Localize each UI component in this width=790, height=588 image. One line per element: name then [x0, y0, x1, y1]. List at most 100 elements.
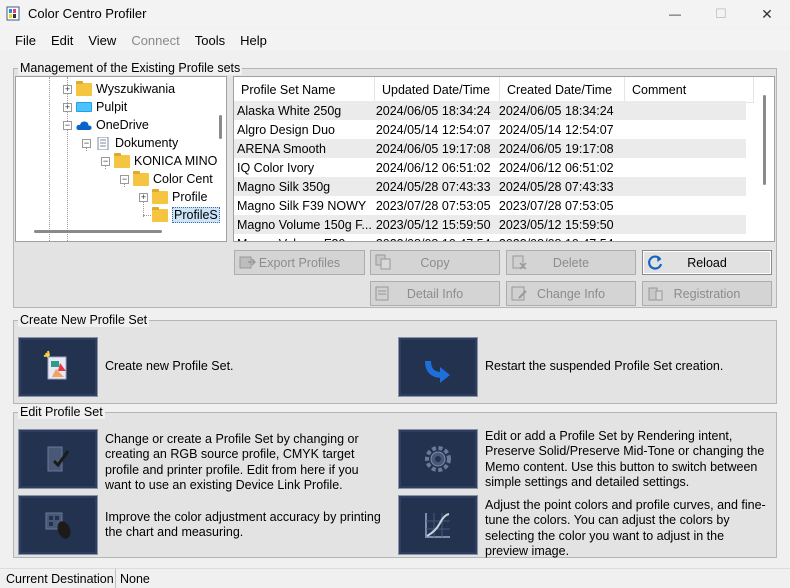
column-header-created[interactable]: Created Date/Time [500, 77, 625, 103]
tree-node-label: Wyszukiwania [96, 82, 176, 96]
status-bar: Current Destination None [0, 568, 790, 588]
registration-icon [648, 287, 663, 301]
reload-button[interactable]: Reload [642, 250, 772, 275]
cell-name: Magno Volume 150g F... [237, 217, 372, 232]
cell-comment [619, 120, 746, 139]
expand-icon[interactable]: + [63, 102, 72, 112]
tree-node-label: Dokumenty [115, 136, 179, 150]
tree-node-color-centro[interactable]: − Color Cent [120, 170, 213, 188]
desktop-icon [76, 101, 92, 112]
tree-node-wyszukiwania[interactable]: + Wyszukiwania [63, 80, 175, 98]
tree-node-onedrive[interactable]: − OneDrive [63, 116, 149, 134]
menu-view[interactable]: View [81, 33, 123, 48]
tree-node-profilesets[interactable]: ProfileS [152, 206, 220, 224]
cell-created: 2023/05/12 15:59:50 [498, 217, 614, 232]
table-row[interactable]: Magno Volume 150g F... 2023/05/12 15:59:5… [234, 215, 746, 234]
table-row[interactable]: Magno Volume F392023/08/08 10:47:542023/… [234, 234, 746, 242]
tree-node-konica[interactable]: − KONICA MINO [101, 152, 217, 170]
tree-node-dokumenty[interactable]: − Dokumenty [82, 134, 178, 152]
column-header-comment[interactable]: Comment [625, 77, 754, 103]
cell-name: Magno Volume F39 [234, 234, 373, 242]
menu-bar: File Edit View Connect Tools Help [0, 29, 790, 51]
change-profiles-button[interactable] [18, 429, 98, 489]
cell-created: 2023/07/28 07:53:05 [498, 198, 614, 213]
cell-updated: 2024/06/05 19:17:08 [375, 141, 491, 156]
profile-set-table[interactable]: Profile Set Name Updated Date/Time Creat… [233, 76, 775, 242]
restart-creation-button[interactable] [398, 337, 478, 397]
detail-info-label: Detail Info [406, 286, 464, 301]
column-header-name[interactable]: Profile Set Name [234, 77, 375, 103]
cloud-icon [76, 120, 92, 130]
table-row[interactable]: Algro Design Duo 2024/05/14 12:54:07 2024/… [234, 120, 746, 139]
tree-horizontal-scrollbar[interactable] [34, 230, 162, 233]
delete-button: Delete [506, 250, 636, 275]
table-row[interactable]: Magno Silk F39 NOWY 2023/07/28 07:53:05 20… [234, 196, 746, 215]
reload-label: Reload [687, 255, 727, 270]
curve-adjust-icon [425, 513, 450, 538]
registration-button: Registration [642, 281, 772, 306]
create-group-label: Create New Profile Set [18, 313, 150, 327]
folder-icon [152, 188, 168, 204]
status-destination-label: Current Destination [0, 569, 116, 588]
tree-node-label: OneDrive [96, 118, 149, 132]
improve-description: Improve the color adjustment accuracy by… [105, 510, 381, 540]
cell-name: Algro Design Duo [237, 122, 335, 137]
cell-created: 2024/05/28 07:43:33 [498, 179, 614, 194]
collapse-icon[interactable]: − [63, 120, 72, 130]
cell-created: 2024/05/14 12:54:07 [498, 122, 614, 137]
folder-tree[interactable]: + Wyszukiwania + Pulpit − OneDrive − Dok… [15, 76, 227, 242]
rendering-settings-button[interactable] [398, 429, 478, 489]
column-header-updated[interactable]: Updated Date/Time [375, 77, 500, 103]
cell-created: 2023/08/08 10:47:54 [496, 234, 619, 242]
menu-help[interactable]: Help [233, 33, 274, 48]
cell-name: Magno Silk 350g [237, 179, 331, 194]
status-destination-value: None [120, 572, 150, 586]
change-info-button: Change Info [506, 281, 636, 306]
folder-icon [133, 170, 149, 186]
menu-tools[interactable]: Tools [188, 33, 232, 48]
cell-name: IQ Color Ivory [237, 160, 315, 175]
menu-connect: Connect [131, 32, 180, 48]
edit-document-icon [47, 446, 70, 472]
menu-edit[interactable]: Edit [44, 33, 80, 48]
table-row[interactable]: Magno Silk 350g 2024/05/28 07:43:33 2024/0… [234, 177, 746, 196]
expand-icon[interactable]: + [63, 84, 72, 94]
cell-comment [619, 101, 746, 120]
cell-updated: 2023/07/28 07:53:05 [375, 198, 491, 213]
management-group-label: Management of the Existing Profile sets [18, 61, 243, 75]
change-description: Change or create a Profile Set by changi… [105, 432, 359, 492]
cell-name: Alaska White 250g [237, 103, 342, 118]
maximize-button[interactable]: ☐ [698, 0, 744, 28]
restart-arrow-icon [425, 360, 450, 383]
close-button[interactable]: ✕ [744, 0, 790, 28]
tree-node-label: Pulpit [96, 100, 128, 114]
tree-vertical-scrollbar[interactable] [219, 115, 222, 139]
cell-updated: 2023/08/08 10:47:54 [373, 234, 496, 242]
table-row[interactable]: Alaska White 250g 2024/06/05 18:34:24 2024… [234, 101, 746, 120]
collapse-icon[interactable]: − [101, 156, 110, 166]
tree-node-profile[interactable]: + Profile [139, 188, 207, 206]
collapse-icon[interactable]: − [82, 138, 91, 148]
gear-icon [425, 446, 451, 472]
expand-icon[interactable]: + [139, 192, 148, 202]
table-vertical-scrollbar[interactable] [763, 95, 766, 185]
fine-tune-colors-button[interactable] [398, 495, 478, 555]
export-profiles-button: Export Profiles [234, 250, 365, 275]
tree-node-pulpit[interactable]: + Pulpit [63, 98, 127, 116]
maximize-icon: ☐ [715, 6, 727, 21]
detail-info-icon [375, 286, 389, 301]
create-new-profile-set-button[interactable] [18, 337, 98, 397]
folder-icon [76, 80, 92, 96]
document-icon [97, 136, 109, 150]
minimize-icon: — [669, 7, 681, 21]
rendering-description: Edit or add a Profile Set by Rendering i… [485, 429, 765, 489]
minimize-button[interactable]: — [652, 0, 698, 28]
collapse-icon[interactable]: − [120, 174, 129, 184]
change-info-icon [511, 286, 527, 301]
improve-accuracy-button[interactable] [18, 495, 98, 555]
cell-updated: 2024/05/28 07:43:33 [375, 179, 491, 194]
table-row[interactable]: ARENA Smooth 2024/06/05 19:17:08 2024/06/0… [234, 139, 746, 158]
menu-file[interactable]: File [8, 33, 43, 48]
app-icon [6, 6, 20, 21]
table-row[interactable]: IQ Color Ivory 2024/06/12 06:51:02 2024/06… [234, 158, 746, 177]
